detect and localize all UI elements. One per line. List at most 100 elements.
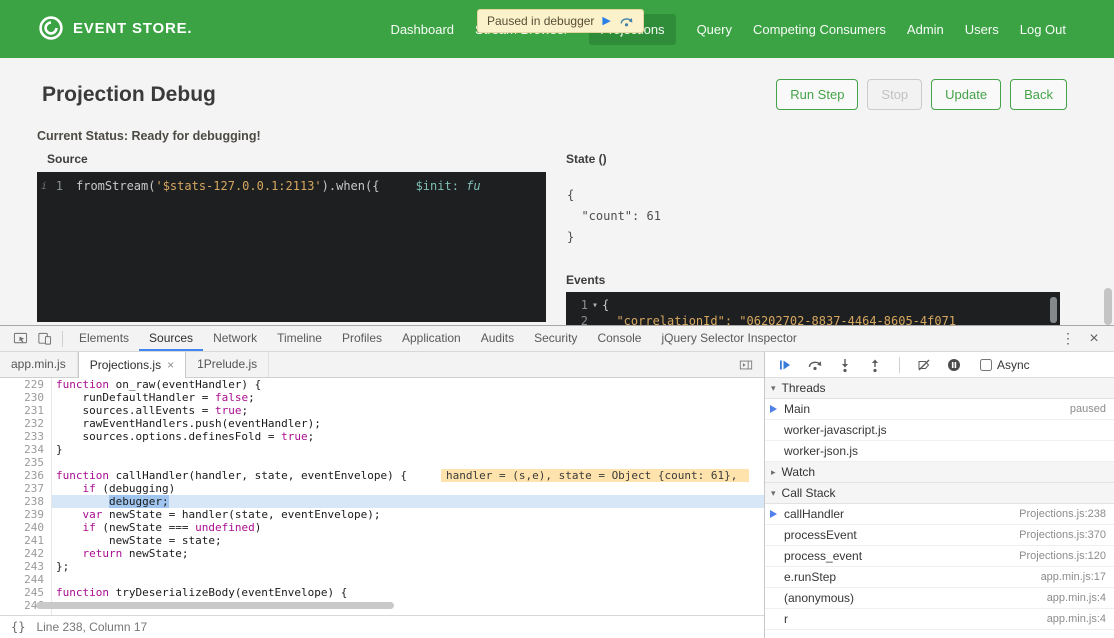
code-editor[interactable]: 229function on_raw(eventHandler) {230 ru… — [0, 378, 764, 615]
tab-network[interactable]: Network — [203, 326, 267, 351]
update-button[interactable]: Update — [931, 79, 1001, 110]
tab-audits[interactable]: Audits — [471, 326, 524, 351]
status-value: Ready for debugging! — [128, 129, 261, 143]
call-stack-row[interactable]: processEventProjections.js:370 — [765, 525, 1114, 546]
line-number[interactable]: 241 — [0, 534, 52, 547]
file-tab-1prelude-js[interactable]: 1Prelude.js — [186, 352, 269, 377]
line-number[interactable]: 232 — [0, 417, 52, 430]
resume-script-button[interactable] — [773, 353, 797, 377]
async-checkbox[interactable] — [980, 359, 992, 371]
events-code-line: 1▾{ — [566, 292, 1060, 313]
line-number[interactable]: 243 — [0, 560, 52, 573]
devtools-menu-icon[interactable]: ⋮ — [1056, 327, 1080, 351]
code-segment — [602, 314, 616, 325]
code-segment: { — [602, 298, 609, 312]
sources-editor-pane: app.min.jsProjections.js×1Prelude.js 229… — [0, 352, 765, 638]
pretty-print-icon[interactable]: {} — [0, 620, 36, 634]
stop-button[interactable]: Stop — [867, 79, 922, 110]
pause-on-exceptions-button[interactable] — [942, 353, 966, 377]
section-header-call-stack[interactable]: ▾Call Stack — [765, 483, 1114, 504]
horizontal-scrollbar[interactable] — [36, 602, 394, 609]
nav-item-log-out[interactable]: Log Out — [1020, 14, 1066, 45]
code-text: }; — [52, 560, 764, 573]
step-over-button[interactable] — [803, 353, 827, 377]
back-button[interactable]: Back — [1010, 79, 1067, 110]
source-editor[interactable]: i 1 fromStream('$stats-127.0.0.1:2113').… — [37, 172, 546, 322]
line-number[interactable]: 238 — [0, 495, 52, 508]
code-line: 230 runDefaultHandler = false; — [0, 391, 764, 404]
file-tabs: app.min.jsProjections.js×1Prelude.js — [0, 352, 269, 377]
file-tab-app-min-js[interactable]: app.min.js — [0, 352, 78, 377]
row-label: r — [784, 612, 788, 626]
async-toggle[interactable]: Async — [980, 358, 1030, 372]
step-out-button[interactable] — [863, 353, 887, 377]
code-lines: 229function on_raw(eventHandler) {230 ru… — [0, 378, 764, 612]
line-number[interactable]: 245 — [0, 586, 52, 599]
call-stack-row[interactable]: (anonymous)app.min.js:4 — [765, 588, 1114, 609]
section-header-watch[interactable]: ▸Watch — [765, 462, 1114, 483]
threads-row[interactable]: worker-json.js — [765, 441, 1114, 462]
row-detail: Projections.js:238 — [1011, 508, 1106, 520]
line-number[interactable]: 239 — [0, 508, 52, 521]
step-over-icon — [807, 357, 823, 373]
section-header-threads[interactable]: ▾Threads — [765, 378, 1114, 399]
code-text: function on_raw(eventHandler) { — [52, 378, 764, 391]
editor-status-bar: {} Line 238, Column 17 — [0, 615, 764, 638]
row-detail: app.min.js:4 — [1039, 592, 1106, 604]
line-number[interactable]: 235 — [0, 456, 52, 469]
nav-item-users[interactable]: Users — [965, 14, 999, 45]
debugger-sidebar: Async ▾ThreadsMainpausedworker-javascrip… — [765, 352, 1114, 638]
tab-security[interactable]: Security — [524, 326, 587, 351]
code-segment: ).when({ — [322, 179, 380, 193]
line-number[interactable]: 240 — [0, 521, 52, 534]
call-stack-row[interactable]: e.runStepapp.min.js:17 — [765, 567, 1114, 588]
code-text — [52, 456, 764, 469]
line-number[interactable]: 231 — [0, 404, 52, 417]
tab-profiles[interactable]: Profiles — [332, 326, 392, 351]
call-stack-row[interactable]: rapp.min.js:4 — [765, 609, 1114, 630]
line-number[interactable]: 236 — [0, 469, 52, 482]
paused-in-debugger-banner: Paused in debugger ▶ — [477, 9, 644, 33]
line-number[interactable]: 237 — [0, 482, 52, 495]
banner-resume-icon[interactable]: ▶ — [602, 16, 610, 27]
nav-item-dashboard[interactable]: Dashboard — [390, 14, 454, 45]
threads-row[interactable]: worker-javascript.js — [765, 420, 1114, 441]
events-editor[interactable]: 1▾{2 "correlationId": "06202702-8837-446… — [566, 292, 1060, 325]
tab-application[interactable]: Application — [392, 326, 471, 351]
file-tab-projections-js[interactable]: Projections.js× — [78, 352, 186, 378]
events-scrollbar[interactable] — [1050, 297, 1057, 323]
row-label: Main — [784, 402, 810, 416]
toggle-sidebar-button[interactable] — [734, 353, 758, 377]
line-number[interactable]: 234 — [0, 443, 52, 456]
nav-item-admin[interactable]: Admin — [907, 14, 944, 45]
close-tab-icon[interactable]: × — [167, 353, 174, 378]
line-number[interactable]: 230 — [0, 391, 52, 404]
nav-item-competing-consumers[interactable]: Competing Consumers — [753, 14, 886, 45]
run-step-button[interactable]: Run Step — [776, 79, 858, 110]
line-number[interactable]: 242 — [0, 547, 52, 560]
code-text: debugger; — [52, 495, 764, 508]
code-text: { — [602, 298, 609, 312]
tab-jquery-selector-inspector[interactable]: jQuery Selector Inspector — [651, 326, 806, 351]
eventstore-logo[interactable]: EVENT STORE. — [38, 15, 192, 41]
tab-timeline[interactable]: Timeline — [267, 326, 332, 351]
inspect-element-button[interactable] — [8, 327, 32, 351]
banner-step-over-icon[interactable] — [619, 14, 634, 29]
call-stack-row[interactable]: callHandlerProjections.js:238 — [765, 504, 1114, 525]
deactivate-breakpoints-button[interactable] — [912, 353, 936, 377]
page-scrollbar[interactable] — [1104, 288, 1112, 325]
line-number[interactable]: 233 — [0, 430, 52, 443]
toggle-device-toolbar-button[interactable] — [32, 327, 56, 351]
call-stack-row[interactable]: process_eventProjections.js:120 — [765, 546, 1114, 567]
devtools-close-icon[interactable]: × — [1082, 327, 1106, 351]
step-into-button[interactable] — [833, 353, 857, 377]
threads-row[interactable]: Mainpaused — [765, 399, 1114, 420]
tab-console[interactable]: Console — [587, 326, 651, 351]
page-title: Projection Debug — [42, 83, 216, 107]
tab-elements[interactable]: Elements — [69, 326, 139, 351]
nav-item-query[interactable]: Query — [697, 14, 732, 45]
row-label: process_event — [784, 549, 862, 563]
line-number[interactable]: 229 — [0, 378, 52, 391]
tab-sources[interactable]: Sources — [139, 326, 203, 351]
line-number[interactable]: 244 — [0, 573, 52, 586]
